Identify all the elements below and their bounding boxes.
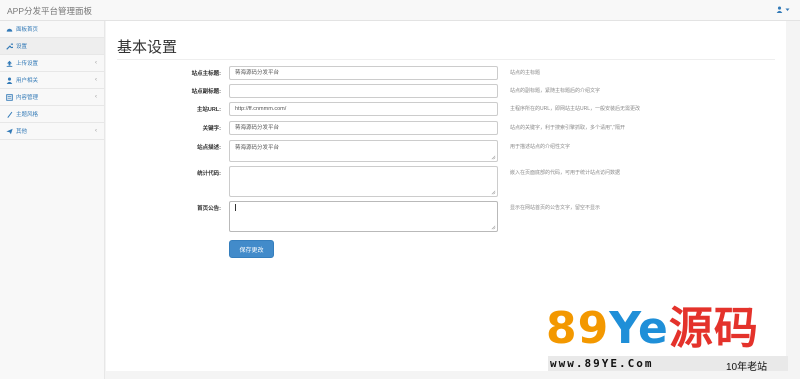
sidebar-item-label: 上传设置 (16, 61, 39, 67)
resize-grip-icon[interactable] (491, 190, 496, 195)
sidebar-item-label: 内容管理 (16, 95, 39, 101)
user-menu-button[interactable] (776, 6, 790, 13)
stats-code-help: 嵌入在页面底部的代码，可用于统计站点访问数据 (510, 170, 621, 176)
site-subtitle-label: 站点副标题: (191, 89, 221, 95)
sidebar-item-settings[interactable]: 设置 (0, 38, 104, 55)
caret-down-icon (785, 8, 790, 11)
sidebar-item-label: 面板首页 (16, 27, 39, 33)
keywords-label: 关键字: (202, 126, 221, 132)
resize-grip-icon[interactable] (491, 155, 496, 160)
theme-icon (6, 111, 13, 118)
description-textarea[interactable]: 蒋海源码分发平台 (229, 140, 498, 162)
user-icon (6, 77, 13, 84)
stats-code-label: 统计代码: (197, 171, 221, 177)
sidebar-item-dashboard[interactable]: 面板首页 (0, 21, 104, 38)
watermark-url: www.89YE.Com (550, 357, 654, 370)
chevron-left-icon: ‹ (95, 60, 97, 66)
sidebar-item-content[interactable]: 内容管理 ‹ (0, 89, 104, 106)
description-text: 蒋海源码分发平台 (235, 145, 280, 151)
chevron-left-icon: ‹ (95, 77, 97, 83)
sidebar-item-users[interactable]: 用户相关 ‹ (0, 72, 104, 89)
chevron-left-icon: ‹ (95, 94, 97, 100)
paper-plane-icon (6, 128, 13, 135)
main-url-input[interactable]: http://ff.cnmmm.com/ (229, 102, 498, 116)
announcement-help: 显示在网站首页的公告文字，留空不显示 (510, 205, 601, 211)
save-button[interactable]: 保存更改 (229, 240, 274, 258)
watermark-tagline: 10年老站 (726, 362, 768, 373)
main-url-help: 主程序所在的URL，即网站主站URL，一般安装后无需更改 (510, 106, 641, 112)
watermark-bar: www.89YE.Com 10年老站 (548, 356, 788, 373)
sidebar-item-theme[interactable]: 主题风格 (0, 106, 104, 123)
watermark-logo: 89Ye源码 (546, 303, 759, 354)
wrench-icon (6, 43, 13, 50)
sidebar-item-upload-settings[interactable]: 上传设置 ‹ (0, 55, 104, 72)
description-help: 用于描述站点的介绍性文字 (510, 144, 571, 150)
keywords-help: 站点的关键字，利于搜索引擎抓取，多个请用","隔开 (510, 125, 625, 131)
keywords-input[interactable]: 蒋海源码分发平台 (229, 121, 498, 135)
resize-grip-icon[interactable] (491, 225, 496, 230)
sidebar-item-other[interactable]: 其他 ‹ (0, 123, 104, 140)
sidebar: 面板首页 设置 上传设置 ‹ 用户相关 ‹ 内容管理 ‹ 主题风格 其他 ‹ (0, 21, 105, 379)
app-title[interactable]: APP分发平台管理面板 (7, 5, 92, 17)
title-divider (117, 59, 775, 60)
main-url-label: 主站URL: (196, 107, 221, 113)
site-title-help: 站点的主标题 (510, 70, 541, 76)
site-subtitle-input[interactable] (229, 84, 498, 98)
watermark: 89Ye源码 www.89YE.Com 10年老站 (546, 303, 796, 375)
upload-icon (6, 60, 13, 67)
top-navbar: APP分发平台管理面板 (0, 0, 800, 21)
sidebar-item-label: 其他 (16, 129, 28, 135)
page-title: 基本设置 (117, 39, 178, 56)
dashboard-icon (6, 26, 13, 33)
description-label: 站点描述: (197, 145, 221, 151)
text-cursor (235, 204, 236, 211)
announcement-textarea[interactable] (229, 201, 498, 232)
site-title-label: 站点主标题: (191, 71, 221, 77)
content-icon (6, 93, 13, 101)
stats-code-textarea[interactable] (229, 166, 498, 197)
site-subtitle-help: 站点的副标题，紧随主标题后的介绍文字 (510, 88, 601, 94)
sidebar-item-label: 主题风格 (16, 112, 39, 118)
sidebar-item-label: 设置 (16, 44, 28, 50)
chevron-left-icon: ‹ (95, 128, 97, 134)
user-icon (776, 6, 783, 13)
sidebar-item-label: 用户相关 (16, 78, 39, 84)
site-title-input[interactable]: 蒋海源码分发平台 (229, 66, 498, 80)
announcement-label: 首页公告: (197, 206, 221, 212)
